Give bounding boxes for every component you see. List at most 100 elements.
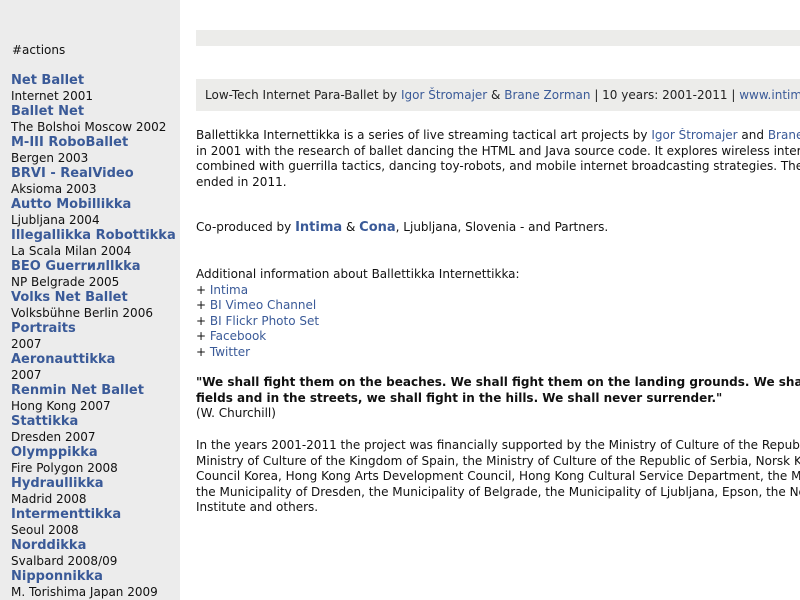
support-line: Institute and others.: [196, 500, 319, 514]
plus-sign: +: [196, 344, 210, 359]
project-link[interactable]: M-III RoboBallet: [11, 135, 176, 151]
site-url-link[interactable]: www.intima.o: [739, 88, 800, 102]
project-link[interactable]: Volks Net Ballet: [11, 290, 176, 306]
intro-line: ended in 2011.: [196, 174, 287, 189]
quote-line: "We shall fight them on the beaches. We …: [196, 375, 800, 389]
list-item: Renmin Net Ballet Hong Kong 2007: [11, 383, 176, 414]
list-item: Autto Mobillikka Ljubljana 2004: [11, 197, 176, 228]
list-item: + BI Flickr Photo Set: [196, 314, 800, 330]
quote-line: fields and in the streets, we shall figh…: [196, 390, 723, 405]
list-item: Stattikka Dresden 2007: [11, 414, 176, 445]
list-item: + Facebook: [196, 329, 800, 345]
plus-sign: +: [196, 298, 210, 312]
info-bar: Low-Tech Internet Para-Ballet by Igor Št…: [196, 79, 800, 111]
list-item: Intermenttikka Seoul 2008: [11, 507, 176, 538]
project-subtitle: Svalbard 2008/09: [11, 554, 118, 568]
project-link[interactable]: Aeronauttikka: [11, 352, 176, 368]
project-link[interactable]: BEO Guerrилllkka: [11, 259, 176, 275]
churchill-quote: "We shall fight them on the beaches. We …: [196, 375, 800, 422]
project-subtitle: M. Torishima Japan 2009: [11, 585, 158, 599]
ampersand: &: [487, 88, 505, 102]
project-subtitle: Seoul 2008: [11, 523, 79, 537]
intro-text: Ballettikka Internettikka is a series of…: [196, 128, 652, 142]
flickr-photo-set-link[interactable]: BI Flickr Photo Set: [210, 314, 319, 328]
project-subtitle: Fire Polygon 2008: [11, 461, 118, 475]
project-subtitle: Bergen 2003: [11, 151, 89, 165]
author-link-igor[interactable]: Igor Štromajer: [651, 128, 737, 142]
project-subtitle: Dresden 2007: [11, 430, 96, 444]
project-link[interactable]: Ballet Net: [11, 104, 176, 120]
quote-attribution: (W. Churchill): [196, 406, 276, 420]
project-link[interactable]: Olymppikka: [11, 445, 176, 461]
project-subtitle: 2007: [11, 368, 42, 382]
list-item: Nipponnikka M. Torishima Japan 2009: [11, 569, 176, 600]
intima-info-link[interactable]: Intima: [210, 283, 248, 297]
intro-and: and: [737, 128, 768, 142]
author-link-igor[interactable]: Igor Štromajer: [401, 88, 487, 102]
project-link[interactable]: Portraits: [11, 321, 176, 337]
plus-sign: +: [196, 282, 210, 297]
intro-line: in 2001 with the research of ballet danc…: [196, 143, 800, 158]
sidebar-anchor-label: #actions: [12, 43, 66, 57]
project-subtitle: The Bolshoi Moscow 2002: [11, 120, 167, 134]
project-link[interactable]: Hydraullikka: [11, 476, 176, 492]
list-item: + BI Vimeo Channel: [196, 298, 800, 314]
project-subtitle: Internet 2001: [11, 89, 94, 103]
intro-line: Ballettikka Internettikka is a series of…: [196, 128, 800, 144]
author-link-brane[interactable]: Brane Zorr: [768, 128, 800, 142]
sidebar: #actions Net Ballet Internet 2001 Ballet …: [0, 0, 180, 600]
list-item: Volks Net Ballet Volksbühne Berlin 2006: [11, 290, 176, 321]
project-subtitle: Hong Kong 2007: [11, 399, 111, 413]
list-item: BEO Guerrилllkka NP Belgrade 2005: [11, 259, 176, 290]
coproduced-line: Co-produced by Intima & Cona, Ljubljana,…: [196, 220, 800, 236]
project-subtitle: NP Belgrade 2005: [11, 275, 120, 289]
list-item: Net Ballet Internet 2001: [11, 73, 176, 104]
coproduced-prefix: Co-produced by: [196, 220, 296, 234]
project-link[interactable]: BRVI - RealVideo: [11, 166, 176, 182]
project-link[interactable]: Autto Mobillikka: [11, 197, 176, 213]
list-item: Ballet Net The Bolshoi Moscow 2002: [11, 104, 176, 135]
list-item: Olymppikka Fire Polygon 2008: [11, 445, 176, 476]
list-item: + Intima: [196, 283, 800, 299]
project-subtitle: 2007: [11, 337, 42, 351]
project-list: Net Ballet Internet 2001 Ballet Net The Bo…: [11, 73, 176, 600]
project-subtitle: La Scala Milan 2004: [11, 244, 132, 258]
project-subtitle: Aksioma 2003: [11, 182, 97, 196]
support-line: Council Korea, Hong Kong Arts Developmen…: [196, 469, 800, 483]
project-link[interactable]: Net Ballet: [11, 73, 176, 89]
additional-info: Additional information about Ballettikka…: [196, 267, 800, 360]
info-years: | 10 years: 2001-2011 |: [590, 88, 740, 102]
project-subtitle: Volksbühne Berlin 2006: [11, 306, 153, 320]
project-link[interactable]: Norddikka: [11, 538, 176, 554]
support-line: the Municipality of Dresden, the Municip…: [196, 484, 800, 499]
vimeo-channel-link[interactable]: BI Vimeo Channel: [210, 298, 316, 312]
project-subtitle: Ljubljana 2004: [11, 213, 100, 227]
list-item: Norddikka Svalbard 2008/09: [11, 538, 176, 569]
list-item: BRVI - RealVideo Aksioma 2003: [11, 166, 176, 197]
project-link[interactable]: Illegallikka Robottikka: [11, 228, 176, 244]
intro-paragraph: Ballettikka Internettikka is a series of…: [196, 128, 800, 190]
additional-heading: Additional information about Ballettikka…: [196, 267, 520, 281]
author-link-brane[interactable]: Brane Zorman: [504, 88, 590, 102]
plus-sign: +: [196, 313, 210, 328]
list-item: Hydraullikka Madrid 2008: [11, 476, 176, 507]
project-link[interactable]: Nipponnikka: [11, 569, 176, 585]
list-item: Aeronauttikka 2007: [11, 352, 176, 383]
project-subtitle: Madrid 2008: [11, 492, 87, 506]
info-prefix: Low-Tech Internet Para-Ballet by: [205, 88, 401, 102]
project-link[interactable]: Intermenttikka: [11, 507, 176, 523]
cona-link[interactable]: Cona: [359, 220, 396, 235]
top-bar: [196, 30, 800, 46]
ampersand: &: [342, 220, 360, 234]
twitter-link[interactable]: Twitter: [210, 345, 250, 359]
support-line: Ministry of Culture of the Kingdom of Sp…: [196, 453, 800, 468]
plus-sign: +: [196, 329, 210, 343]
list-item: Portraits 2007: [11, 321, 176, 352]
facebook-link[interactable]: Facebook: [210, 329, 266, 343]
project-link[interactable]: Renmin Net Ballet: [11, 383, 176, 399]
support-line: In the years 2001-2011 the project was f…: [196, 438, 800, 452]
intro-line: combined with guerrilla tactics, dancing…: [196, 159, 800, 173]
intima-link[interactable]: Intima: [295, 220, 342, 235]
project-link[interactable]: Stattikka: [11, 414, 176, 430]
list-item: Illegallikka Robottikka La Scala Milan 20…: [11, 228, 176, 259]
